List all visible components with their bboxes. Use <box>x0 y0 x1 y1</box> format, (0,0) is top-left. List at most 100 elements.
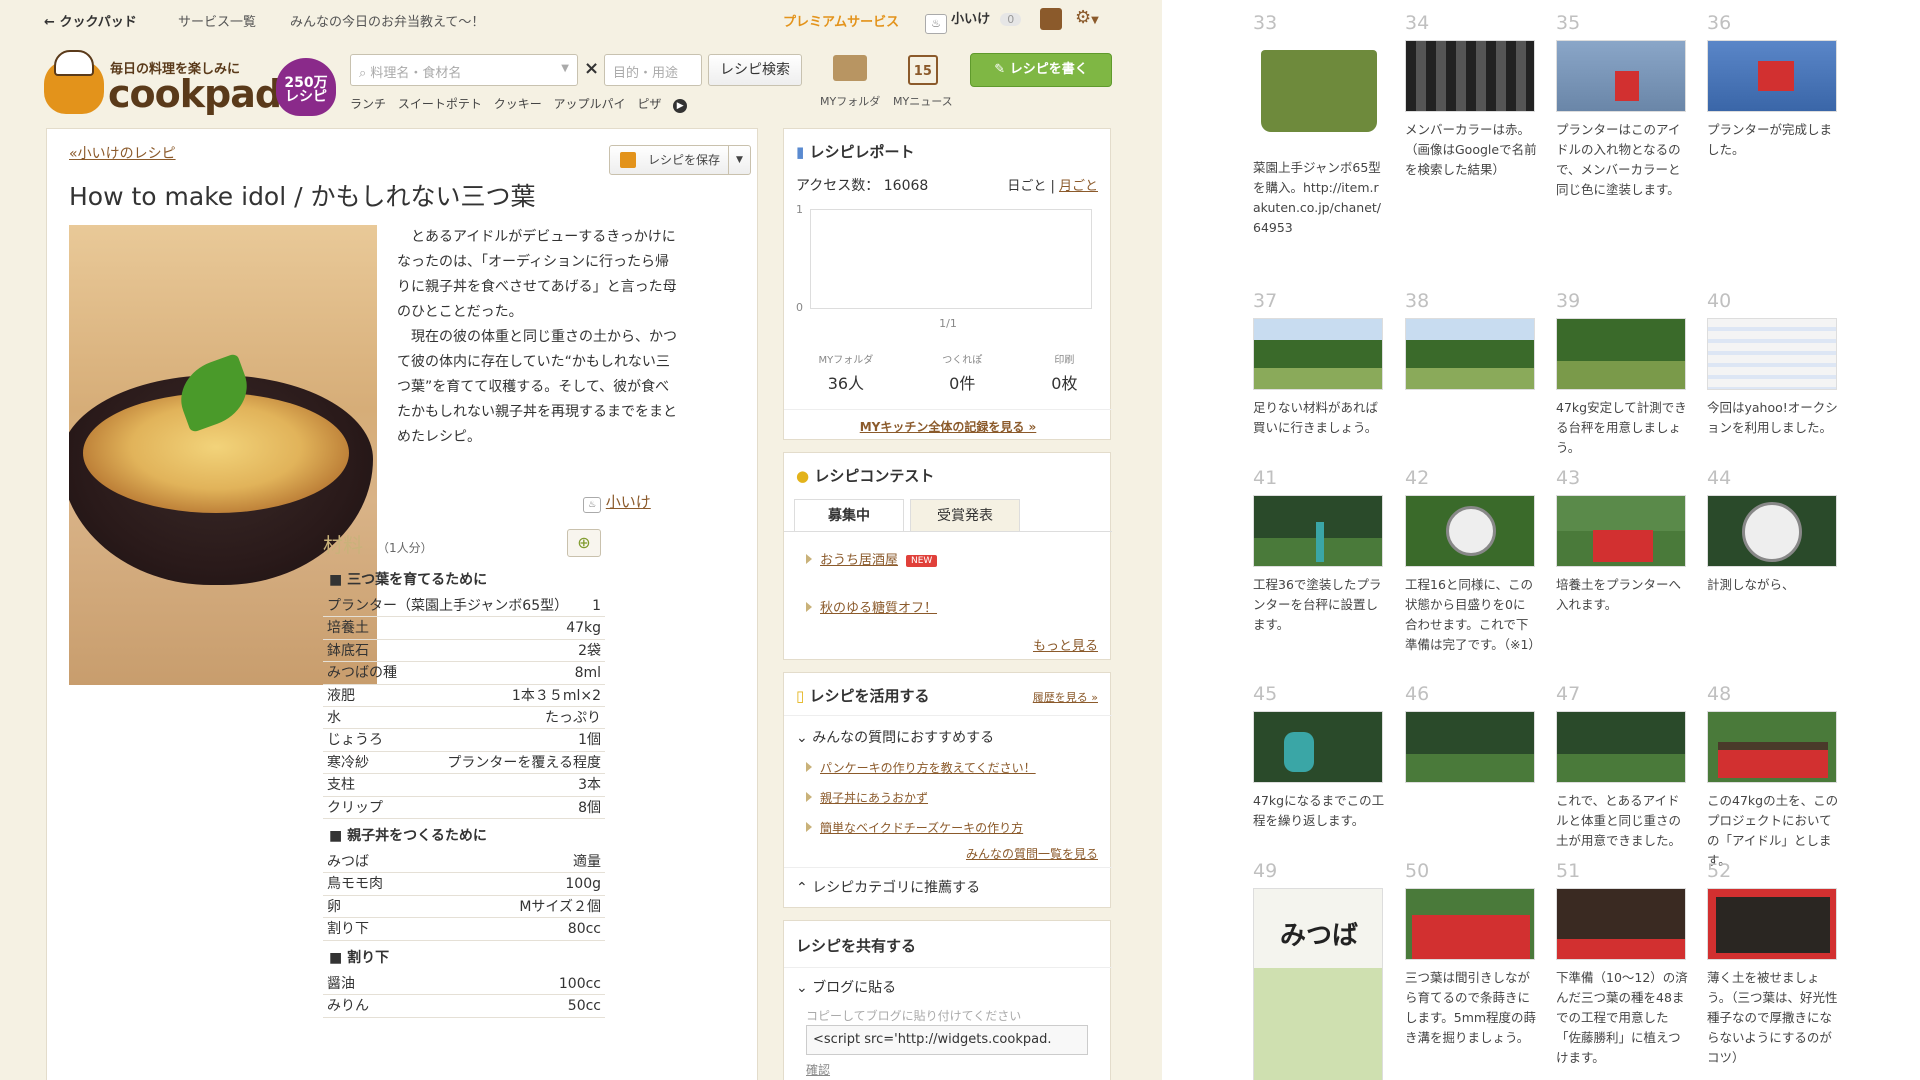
qa-accordion[interactable]: ⌄ みんなの質問におすすめする <box>796 727 994 747</box>
chevron-down-icon: ▼ <box>561 63 569 74</box>
search-input[interactable]: ⌕ 料理名・食材名 ▼ <box>350 54 578 86</box>
step-card: 33 菜園上手ジャンボ65型を購入。http://item.rakuten.co… <box>1253 12 1381 235</box>
category-accordion[interactable]: ⌃ レシピカテゴリに推薦する <box>796 877 980 897</box>
kitchen-icon[interactable] <box>1040 8 1062 30</box>
qa-item[interactable]: 親子丼にあうおかず <box>806 789 928 806</box>
step-card: 42 工程16と同様に、この状態から目盛りを0に合わせます。これで下準備は完了で… <box>1405 467 1541 652</box>
ingredient-row: 鉢底石 2袋 <box>323 640 605 663</box>
keyword-link[interactable]: ランチ <box>350 97 386 111</box>
arrow-right-icon <box>806 602 812 612</box>
calendar-icon: 15 <box>907 55 938 85</box>
seed-packet-photo: みつば <box>1253 888 1383 1080</box>
access-chart <box>810 209 1092 309</box>
step-photo <box>1707 888 1837 960</box>
qa-item[interactable]: パンケーキの作り方を教えてください！ <box>806 759 1036 776</box>
save-recipe-button[interactable]: レシピを保存 ▼ <box>609 145 751 175</box>
step-card: 37 足りない材料があれば買いに行きましょう。 <box>1253 290 1385 438</box>
services-link[interactable]: サービス一覧 <box>178 11 256 30</box>
steps-grid: 33 菜園上手ジャンボ65型を購入。http://item.rakuten.co… <box>1162 0 1920 1080</box>
chevron-down-icon[interactable]: ▼ <box>728 146 750 174</box>
history-link[interactable]: 履歴を見る » <box>1033 689 1098 705</box>
step-photo <box>1405 318 1535 390</box>
gear-icon[interactable]: ⚙▼ <box>1075 7 1099 28</box>
step-photo <box>1707 318 1837 390</box>
step-photo <box>1253 711 1383 783</box>
tab-open[interactable]: 募集中 <box>794 499 904 531</box>
keyword-link[interactable]: ピザ <box>637 97 661 111</box>
ingredient-row: 醤油 100cc <box>323 973 605 996</box>
step-card: 44 計測しながら、 <box>1707 467 1839 595</box>
top-nav: ← クックパッド サービス一覧 みんなの今日のお弁当教えて〜！ プレミアムサービ… <box>0 0 1162 38</box>
access-count: アクセス数： 16068 <box>796 178 929 194</box>
ingredient-row: 水たっぷり <box>323 707 605 730</box>
recipe-title: How to make idol / かもしれない三つ葉 <box>69 182 536 211</box>
keyword-link[interactable]: クッキー <box>494 97 542 111</box>
step-card: 47 これで、とあるアイドルと体重と同じ重さの土が用意できました。 <box>1556 683 1688 851</box>
contest-tabs: 募集中 受賞発表 <box>794 499 1020 531</box>
share-panel: レシピを共有する ⌄ ブログに貼る コピーしてブログに貼り付けてください <sc… <box>783 920 1112 1080</box>
ingredient-row: 割り下 80cc <box>323 918 605 941</box>
blog-accordion[interactable]: ⌄ ブログに貼る <box>796 977 896 997</box>
more-contests-link[interactable]: もっと見る <box>1033 635 1098 654</box>
monthly-tab[interactable]: 月ごと <box>1059 179 1098 194</box>
step-photo <box>1556 40 1686 112</box>
use-recipe-panel: ▯ レシピを活用する 履歴を見る » ⌄ みんなの質問におすすめする パンケーキ… <box>783 672 1112 908</box>
my-folder-button[interactable]: MYフォルダ <box>820 55 880 109</box>
keyword-link[interactable]: スイートポテト <box>398 97 482 111</box>
step-card: 50 三つ葉は間引きしながら育てるので条蒔きにします。5mm程度の蒔き溝を掘りま… <box>1405 860 1537 1045</box>
add-to-shopping-list-button[interactable]: ⊕ <box>567 529 601 557</box>
ingredient-row: みつばの種 8ml <box>323 662 605 685</box>
step-card: 36 プランターが完成しました。 <box>1707 12 1839 160</box>
my-news-button[interactable]: 15 MYニュース <box>893 55 953 109</box>
step-card: 40 今回はyahoo!オークションを利用しました。 <box>1707 290 1838 435</box>
kitchen-records-link[interactable]: MYキッチン全体の記録を見る » <box>860 420 1037 434</box>
recipe-search-button[interactable]: レシピ検索 <box>708 54 802 86</box>
author-link[interactable]: ♨ 小いけ <box>583 491 651 513</box>
qa-item[interactable]: 簡単なベイクドチーズケーキの作り方 <box>806 819 1023 836</box>
author-recipes-link[interactable]: «小いけのレシピ <box>69 143 176 163</box>
write-recipe-button[interactable]: ✎ レシピを書く <box>970 53 1112 87</box>
stat-tsukurepo: つくれぽ 0件 <box>942 355 983 393</box>
back-to-cookpad-link[interactable]: ← クックパッド <box>44 11 137 30</box>
cookpad-page: ← クックパッド サービス一覧 みんなの今日のお弁当教えて〜！ プレミアムサービ… <box>0 0 1162 1080</box>
search-icon: ⌕ <box>359 66 367 81</box>
medal-icon: ● <box>796 467 810 485</box>
bar-chart-icon: ▮ <box>796 143 805 161</box>
recipe-contest-panel: ● レシピコンテスト 募集中 受賞発表 おうち居酒屋 NEW 秋のゆる糖質オフ！ … <box>783 452 1112 660</box>
ingredient-row: 鳥モモ肉 100g <box>323 873 605 896</box>
step-card: 43 培養土をプランターへ入れます。 <box>1556 467 1688 615</box>
user-menu[interactable]: ♨ 小いけ 0 <box>925 8 1022 34</box>
recipe-panel: «小いけのレシピ レシピを保存 ▼ How to make idol / かもし… <box>46 128 758 1080</box>
step-card: 46 <box>1405 683 1537 783</box>
confirm-link[interactable]: 確認 <box>806 1061 830 1078</box>
ingredient-row: 液肥 1本３５ml×2 <box>323 685 605 707</box>
step-photo <box>1556 888 1686 960</box>
ingredient-row: 卵 Mサイズ２個 <box>323 896 605 919</box>
report-stats: MYフォルダ 36人 つくれぽ 0件 印刷 0枚 <box>784 351 1112 394</box>
purpose-input[interactable]: 目的・用途 <box>604 54 702 86</box>
step-photo <box>1556 495 1686 567</box>
cookpad-logo[interactable]: 毎日の料理を楽しみに cookpad 250万 レシピ <box>44 50 336 116</box>
contest-item[interactable]: おうち居酒屋 NEW <box>806 549 938 568</box>
ingredient-section: ■ 割り下 醤油 100cc みりん 50cc <box>323 947 605 1018</box>
ingredient-row: クリップ 8個 <box>323 797 605 819</box>
contest-item[interactable]: 秋のゆる糖質オフ！ <box>806 597 937 616</box>
embed-code-field[interactable]: <script src='http://widgets.cookpad. <box>806 1025 1088 1055</box>
more-arrow-icon[interactable]: ▶ <box>673 99 688 113</box>
tab-awards[interactable]: 受賞発表 <box>910 499 1020 531</box>
clear-icon[interactable]: × <box>584 58 599 79</box>
keyword-link[interactable]: アップルパイ <box>554 97 626 111</box>
step-photo <box>1556 318 1686 390</box>
report-title: ▮ レシピレポート <box>796 143 915 161</box>
step-card: 52 薄く土を被せましょう。（三つ葉は、好光性種子なので厚撒きにならないようにす… <box>1707 860 1838 1065</box>
forum-link[interactable]: みんなの今日のお弁当教えて〜！ <box>290 11 484 30</box>
qa-list-link[interactable]: みんなの質問一覧を見る <box>966 845 1098 862</box>
step-photo <box>1707 711 1837 783</box>
daily-tab[interactable]: 日ごと <box>1007 179 1046 194</box>
recipe-report-panel: ▮ レシピレポート アクセス数： 16068 日ごと | 月ごと 1 0 1/1… <box>783 128 1112 440</box>
step-photo <box>1707 495 1837 567</box>
user-avatar-icon: ♨ <box>925 13 947 34</box>
premium-link[interactable]: プレミアムサービス <box>783 11 899 30</box>
stat-print: 印刷 0枚 <box>1051 355 1078 393</box>
notification-count: 0 <box>1000 13 1022 26</box>
